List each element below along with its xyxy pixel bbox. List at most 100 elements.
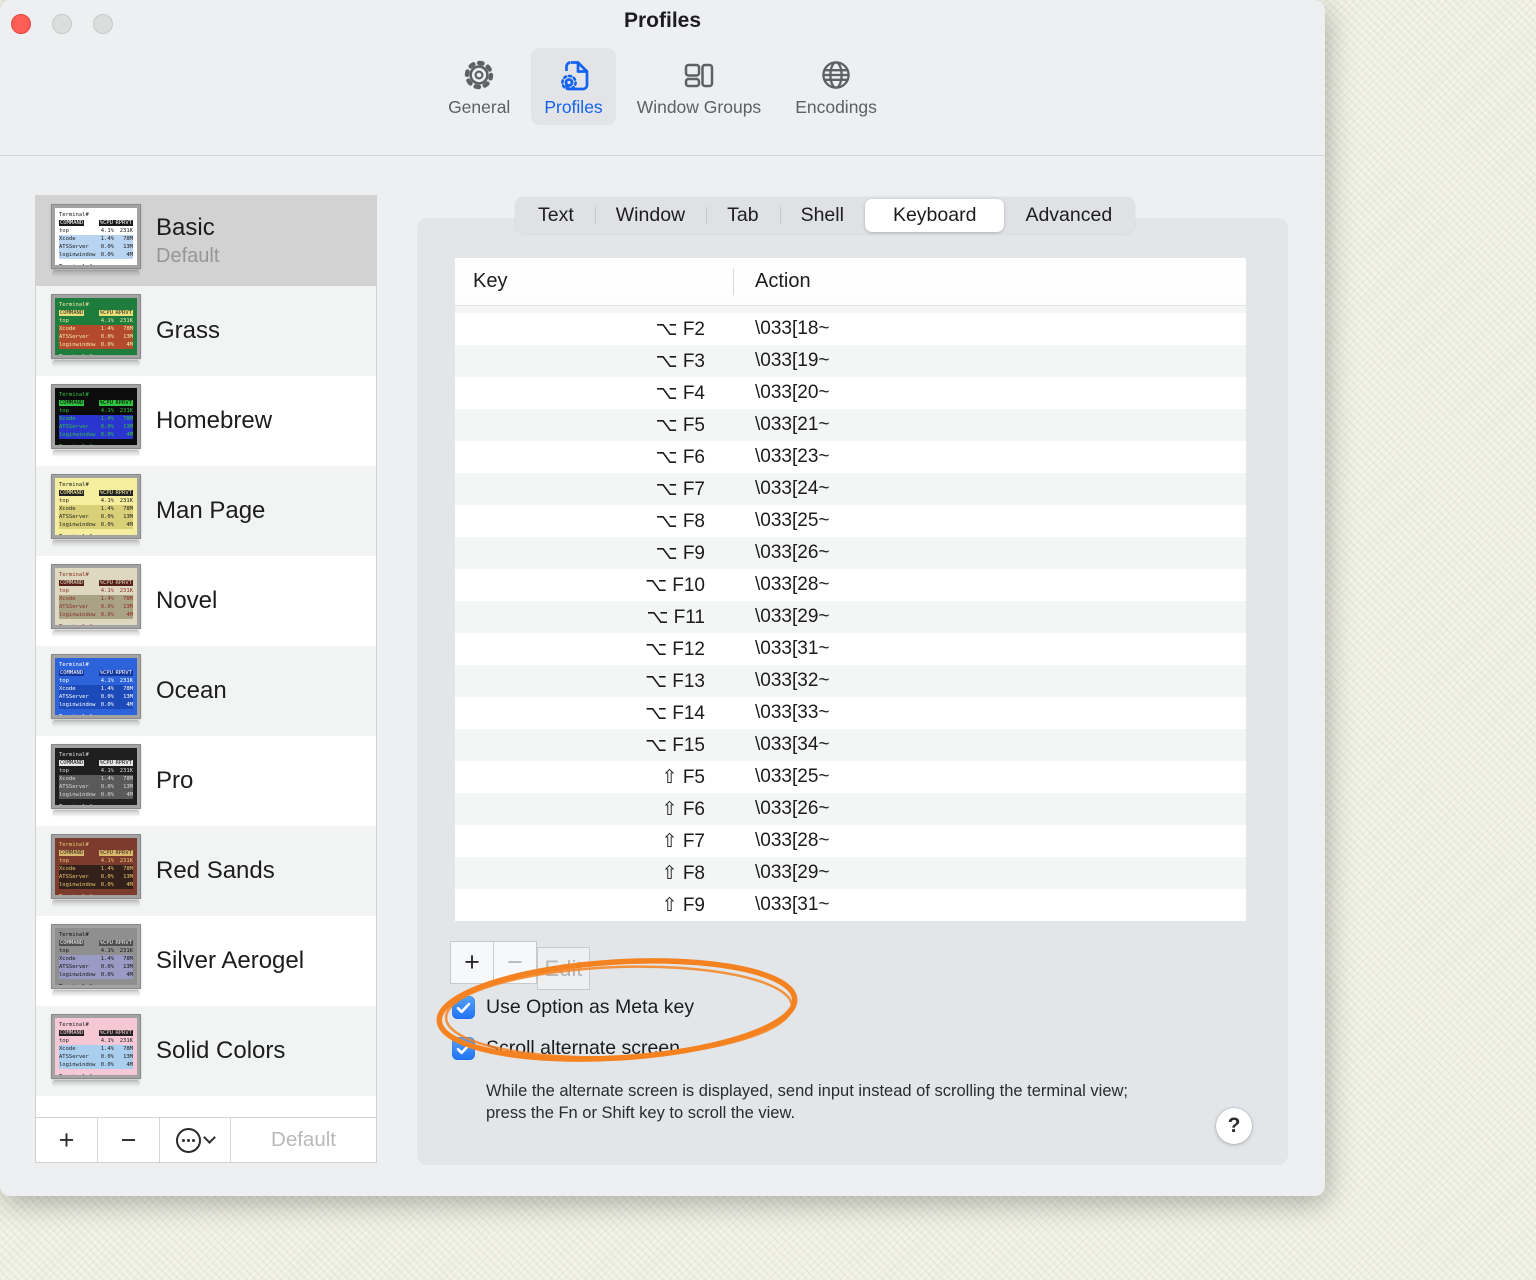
toolbar-item-window-groups[interactable]: Window Groups xyxy=(624,48,775,125)
profile-list-item[interactable]: Terminal# COMMAND %CPU RPRVT top 4.1% 23… xyxy=(36,1006,376,1096)
action-column-header[interactable]: Action xyxy=(755,270,811,293)
tab[interactable]: Tab xyxy=(706,199,779,232)
table-row[interactable]: ⇧ F5 \033[25~ xyxy=(455,761,1246,793)
key-cell: ⌥ F3 xyxy=(655,350,705,372)
profile-list-item[interactable]: Terminal# COMMAND %CPU RPRVT top 4.1% 23… xyxy=(36,376,376,466)
table-row[interactable]: ⌥ F7 \033[24~ xyxy=(455,473,1246,505)
profile-thumbnail: Terminal# COMMAND %CPU RPRVT top 4.1% 23… xyxy=(52,295,140,358)
profile-name: Man Page xyxy=(156,497,266,524)
toolbar-item-profiles[interactable]: Profiles xyxy=(531,48,616,125)
table-row[interactable]: ⌥ F5 \033[21~ xyxy=(455,409,1246,441)
remove-mapping-button[interactable]: − xyxy=(493,941,537,984)
action-cell: \033[34~ xyxy=(755,734,830,755)
toolbar-item-label: Window Groups xyxy=(636,97,762,117)
action-cell: \033[20~ xyxy=(755,382,830,403)
edit-mapping-button[interactable]: Edit xyxy=(537,947,590,990)
key-cell: ⌥ F14 xyxy=(645,702,705,724)
table-row[interactable]: ⇧ F8 \033[29~ xyxy=(455,857,1246,889)
checkbox-checked-icon[interactable] xyxy=(452,1037,475,1060)
toolbar-item-encodings[interactable]: Encodings xyxy=(782,48,890,125)
checkbox-label[interactable]: Scroll alternate screen xyxy=(486,1037,680,1060)
action-cell: \033[18~ xyxy=(755,318,830,339)
profile-name: Red Sands xyxy=(156,857,275,884)
key-cell: ⇧ F8 xyxy=(661,862,705,884)
tab[interactable]: Text xyxy=(517,199,595,232)
key-cell: ⌥ F9 xyxy=(655,542,705,564)
sidebar-toolbar: + − Default xyxy=(36,1117,376,1162)
key-mappings-table: Key Action ⌥ F2 \033[18~ ⌥ F3 \033[19~ ⌥… xyxy=(455,258,1246,921)
profile-name: Pro xyxy=(156,767,194,794)
key-cell: ⌥ F13 xyxy=(645,670,705,692)
profile-list-item[interactable]: Terminal# COMMAND %CPU RPRVT top 4.1% 23… xyxy=(36,916,376,1006)
profile-list-item[interactable]: Terminal# COMMAND %CPU RPRVT top 4.1% 23… xyxy=(36,556,376,646)
profile-name: Silver Aerogel xyxy=(156,947,305,974)
key-cell: ⌥ F5 xyxy=(655,414,705,436)
add-mapping-button[interactable]: + xyxy=(450,941,494,984)
remove-profile-button[interactable]: − xyxy=(98,1118,160,1162)
chevron-down-icon xyxy=(203,1131,216,1144)
profile-list-item[interactable]: Terminal# COMMAND %CPU RPRVT top 4.1% 23… xyxy=(36,466,376,556)
table-row[interactable]: ⌥ F14 \033[33~ xyxy=(455,697,1246,729)
set-default-button[interactable]: Default xyxy=(231,1118,376,1162)
table-row[interactable]: ⌥ F13 \033[32~ xyxy=(455,665,1246,697)
thumbnail-reflection xyxy=(52,270,140,277)
table-row[interactable]: ⌥ F12 \033[31~ xyxy=(455,633,1246,665)
tab-label: Keyboard xyxy=(892,204,977,226)
add-profile-button[interactable]: + xyxy=(36,1118,98,1162)
gear-icon xyxy=(461,57,497,93)
profile-list-item[interactable]: Terminal# COMMAND %CPU RPRVT top 4.1% 23… xyxy=(36,736,376,826)
tab-label: Window xyxy=(615,204,686,226)
thumbnail-reflection xyxy=(52,360,140,367)
action-cell: \033[29~ xyxy=(755,606,830,627)
table-row[interactable]: ⇧ F6 \033[26~ xyxy=(455,793,1246,825)
table-row[interactable]: ⇧ F9 \033[31~ xyxy=(455,889,1246,921)
window-title: Profiles xyxy=(623,9,702,32)
tab[interactable]: Shell xyxy=(779,199,865,232)
key-cell: ⇧ F5 xyxy=(661,766,705,788)
table-row[interactable]: ⌥ F15 \033[34~ xyxy=(455,729,1246,761)
action-cell: \033[32~ xyxy=(755,670,830,691)
action-cell: \033[26~ xyxy=(755,798,830,819)
checkbox-label[interactable]: Use Option as Meta key xyxy=(486,996,694,1019)
key-cell: ⌥ F15 xyxy=(645,734,705,756)
action-cell: \033[26~ xyxy=(755,542,830,563)
thumbnail-reflection xyxy=(52,810,140,817)
profile-list-item[interactable]: Terminal# COMMAND %CPU RPRVT top 4.1% 23… xyxy=(36,286,376,376)
table-row[interactable]: ⌥ F9 \033[26~ xyxy=(455,537,1246,569)
table-row[interactable]: ⌥ F11 \033[29~ xyxy=(455,601,1246,633)
preferences-window: Profiles General Profiles Window Groups … xyxy=(0,0,1325,1196)
ellipsis-circle-icon xyxy=(176,1127,201,1153)
column-divider[interactable] xyxy=(733,268,734,295)
table-row[interactable]: ⇧ F7 \033[28~ xyxy=(455,825,1246,857)
profile-list-item[interactable]: Terminal# COMMAND %CPU RPRVT top 4.1% 23… xyxy=(36,646,376,736)
checkbox-checked-icon[interactable] xyxy=(452,996,475,1019)
preferences-toolbar: General Profiles Window Groups Encodings xyxy=(0,48,1325,125)
tab[interactable]: Window xyxy=(594,199,706,232)
table-row[interactable]: ⌥ F6 \033[23~ xyxy=(455,441,1246,473)
table-row[interactable]: ⌥ F3 \033[19~ xyxy=(455,345,1246,377)
thumbnail-reflection xyxy=(52,990,140,997)
key-column-header[interactable]: Key xyxy=(455,270,507,293)
thumbnail-reflection xyxy=(52,900,140,907)
scroll-alternate-screen-row: Scroll alternate screen xyxy=(452,1037,680,1060)
key-cell: ⌥ F6 xyxy=(655,446,705,468)
tab[interactable]: Advanced xyxy=(1004,199,1133,232)
action-cell: \033[33~ xyxy=(755,702,830,723)
key-cell: ⇧ F9 xyxy=(661,894,705,916)
table-row[interactable]: ⌥ F8 \033[25~ xyxy=(455,505,1246,537)
action-cell: \033[24~ xyxy=(755,478,830,499)
help-button[interactable]: ? xyxy=(1216,1108,1252,1144)
window-groups-icon xyxy=(681,57,717,93)
action-cell: \033[21~ xyxy=(755,414,830,435)
profile-list-item[interactable]: Terminal# COMMAND %CPU RPRVT top 4.1% 23… xyxy=(36,196,376,286)
table-row[interactable]: ⌥ F4 \033[20~ xyxy=(455,377,1246,409)
toolbar-item-general[interactable]: General xyxy=(435,48,523,125)
profile-thumbnail: Terminal# COMMAND %CPU RPRVT top 4.1% 23… xyxy=(52,565,140,628)
profile-list-item[interactable]: Terminal# COMMAND %CPU RPRVT top 4.1% 23… xyxy=(36,826,376,916)
profile-name: Basic xyxy=(156,214,215,241)
tab[interactable]: Keyboard xyxy=(864,199,1005,232)
table-row[interactable]: ⌥ F10 \033[28~ xyxy=(455,569,1246,601)
key-cell: ⇧ F6 xyxy=(661,798,705,820)
profile-actions-menu-button[interactable] xyxy=(160,1118,231,1162)
table-row[interactable]: ⌥ F2 \033[18~ xyxy=(455,313,1246,345)
